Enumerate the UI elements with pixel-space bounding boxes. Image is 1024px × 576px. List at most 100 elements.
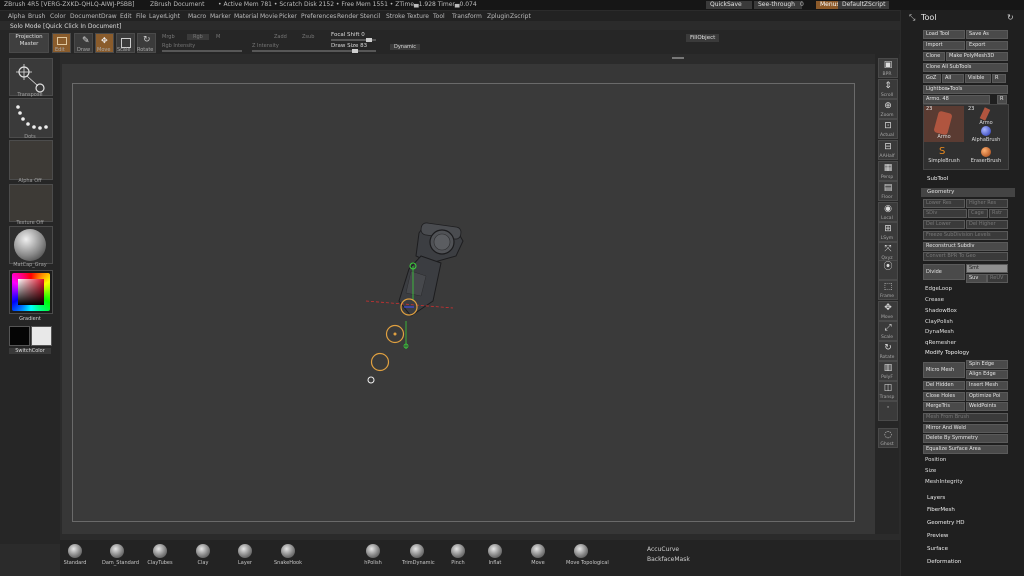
lower-res-button[interactable]: Lower Res bbox=[923, 199, 965, 208]
brush-hpolish[interactable]: hPolish bbox=[358, 544, 388, 566]
menu-material[interactable]: Material bbox=[234, 13, 258, 20]
align-edge-button[interactable]: Align Edge bbox=[966, 370, 1008, 379]
higher-res-button[interactable]: Higher Res bbox=[966, 199, 1008, 208]
zadd-button[interactable]: Zadd bbox=[274, 34, 287, 40]
goz-r-button[interactable]: R bbox=[992, 74, 1006, 83]
deformation-section[interactable]: Deformation bbox=[927, 559, 961, 565]
alpha-button[interactable] bbox=[9, 140, 53, 180]
menu-macro[interactable]: Macro bbox=[188, 13, 206, 20]
accucurve-button[interactable]: AccuCurve bbox=[647, 546, 679, 553]
focal-shift-slider[interactable]: Focal Shift 0 bbox=[331, 32, 365, 38]
menu-document[interactable]: Document bbox=[70, 13, 101, 20]
crease-section[interactable]: Crease bbox=[925, 297, 944, 303]
see-through-slider[interactable]: See-through bbox=[754, 1, 802, 9]
menu-preferences[interactable]: Preferences bbox=[301, 13, 336, 20]
mirror-and-weld-button[interactable]: Mirror And Weld bbox=[923, 424, 1008, 433]
menu-color[interactable]: Color bbox=[50, 13, 66, 20]
geometry-hd-section[interactable]: Geometry HD bbox=[927, 520, 965, 526]
goz-button[interactable]: GoZ bbox=[923, 74, 941, 83]
surface-section[interactable]: Surface bbox=[927, 546, 948, 552]
close-holes-button[interactable]: Close Holes bbox=[923, 392, 965, 401]
option-17-view-button[interactable]: · bbox=[878, 401, 898, 421]
size-section[interactable]: Size bbox=[925, 468, 936, 474]
tool-r-button[interactable]: R bbox=[997, 95, 1007, 104]
brush-standard[interactable]: Standard bbox=[60, 544, 90, 566]
del-lower-button[interactable]: Del Lower bbox=[923, 220, 965, 229]
layers-section[interactable]: Layers bbox=[927, 495, 945, 501]
menu-edit[interactable]: Edit bbox=[120, 13, 132, 20]
current-tool-slider[interactable]: Armo. 48 bbox=[923, 95, 990, 104]
projection-master-button[interactable]: Projection Master bbox=[9, 33, 49, 53]
rgb-intensity-slider[interactable]: Rgb Intensity bbox=[162, 43, 195, 49]
save-as-button[interactable]: Save As bbox=[966, 30, 1008, 39]
backfacemask-button[interactable]: BackfaceMask bbox=[647, 556, 690, 563]
micro-mesh-button[interactable]: Micro Mesh bbox=[923, 362, 965, 378]
z-intensity-slider[interactable]: Z Intensity bbox=[252, 43, 279, 49]
color-picker[interactable] bbox=[9, 270, 53, 314]
weldpoints-button[interactable]: WeldPoints bbox=[966, 402, 1008, 411]
shelf-scroll-handle[interactable] bbox=[672, 57, 684, 59]
make-polymesh-button[interactable]: Make PolyMesh3D bbox=[946, 52, 1008, 61]
brush-dam-standard[interactable]: Dam_Standard bbox=[102, 544, 139, 566]
fibermesh-section[interactable]: FiberMesh bbox=[927, 507, 955, 513]
goz-visible-button[interactable]: Visible bbox=[965, 74, 991, 83]
alphabrush-thumb[interactable]: AlphaBrush bbox=[966, 126, 1006, 146]
m-button[interactable]: M bbox=[216, 34, 220, 40]
simplebrush-thumb[interactable]: S SimpleBrush bbox=[924, 146, 964, 166]
stroke-dots-button[interactable] bbox=[9, 98, 53, 138]
convert-bpr-button[interactable]: Convert BPR To Geo bbox=[923, 252, 1008, 261]
menu-file[interactable]: File bbox=[136, 13, 146, 20]
menu-layer[interactable]: Layer bbox=[149, 13, 166, 20]
delete-by-symmetry-button[interactable]: Delete By Symmetry bbox=[923, 434, 1008, 443]
tool-palette-title[interactable]: Tool bbox=[921, 13, 937, 22]
fillobject-button[interactable]: FillObject bbox=[686, 34, 720, 42]
equalize-surface-area-button[interactable]: Equalize Surface Area bbox=[923, 445, 1008, 454]
option-10-view-button[interactable]: ⦿ bbox=[878, 260, 898, 280]
goz-all-button[interactable]: All bbox=[942, 74, 964, 83]
insert-mesh-button[interactable]: Insert Mesh bbox=[966, 381, 1008, 390]
brush-move[interactable]: Move bbox=[523, 544, 553, 566]
main-color-swatch[interactable] bbox=[9, 326, 30, 346]
subtool-section[interactable]: SubTool bbox=[927, 176, 948, 182]
import-button[interactable]: Import bbox=[923, 41, 965, 50]
menu-tool[interactable]: Tool bbox=[433, 13, 445, 20]
qremesher-section[interactable]: qRemesher bbox=[925, 340, 956, 346]
rgb-button[interactable]: Rgb bbox=[187, 34, 209, 40]
brush-pinch[interactable]: Pinch bbox=[443, 544, 473, 566]
switchcolor-button[interactable]: SwitchColor bbox=[9, 348, 51, 354]
load-tool-button[interactable]: Load Tool bbox=[923, 30, 965, 39]
export-button[interactable]: Export bbox=[966, 41, 1008, 50]
reuv-button[interactable]: ReUV bbox=[987, 274, 1008, 283]
menu-picker[interactable]: Picker bbox=[279, 13, 297, 20]
menu-movie[interactable]: Movie bbox=[260, 13, 278, 20]
brush-clay[interactable]: Clay bbox=[188, 544, 218, 566]
mesh-from-brush-button[interactable]: Mesh From Brush bbox=[923, 413, 1008, 422]
clone-all-subtools-button[interactable]: Clone All SubTools bbox=[923, 63, 1008, 72]
preview-section[interactable]: Preview bbox=[927, 533, 948, 539]
material-button[interactable] bbox=[9, 226, 53, 264]
brush-snakehook[interactable]: SnakeHook bbox=[273, 544, 303, 566]
del-hidden-button[interactable]: Del Hidden bbox=[923, 381, 965, 390]
position-section[interactable]: Position bbox=[925, 457, 946, 463]
menu-alpha[interactable]: Alpha bbox=[8, 13, 25, 20]
brush-move-topological[interactable]: Move Topological bbox=[566, 544, 609, 566]
document-canvas[interactable] bbox=[72, 83, 855, 522]
lightbox-tools-button[interactable]: Lightbox▸Tools bbox=[923, 85, 1008, 94]
sdiv-slider[interactable]: SDiv bbox=[923, 209, 967, 218]
shadowbox-section[interactable]: ShadowBox bbox=[925, 308, 957, 314]
default-zscript-button[interactable]: DefaultZScript bbox=[838, 1, 890, 9]
rgb-intensity-track[interactable] bbox=[162, 50, 242, 52]
quicksave-button[interactable]: QuickSave bbox=[706, 1, 752, 9]
transpose-button[interactable] bbox=[9, 58, 53, 96]
menu-render[interactable]: Render bbox=[337, 13, 358, 20]
brush-claytubes[interactable]: ClayTubes bbox=[145, 544, 175, 566]
mrgb-button[interactable]: Mrgb bbox=[162, 34, 175, 40]
reconstruct-subdiv-button[interactable]: Reconstruct Subdiv bbox=[923, 242, 1008, 251]
meshintegrity-section[interactable]: MeshIntegrity bbox=[925, 479, 963, 485]
menu-draw[interactable]: Draw bbox=[101, 13, 117, 20]
eraserbrush-thumb[interactable]: EraserBrush bbox=[966, 146, 1006, 166]
menu-light[interactable]: Light bbox=[165, 13, 180, 20]
tool-thumb-armo-main[interactable]: 23 Armo bbox=[924, 106, 964, 142]
arm-model[interactable] bbox=[398, 222, 464, 317]
freeze-subdivision-button[interactable]: Freeze SubDivision Levels bbox=[923, 231, 1008, 240]
